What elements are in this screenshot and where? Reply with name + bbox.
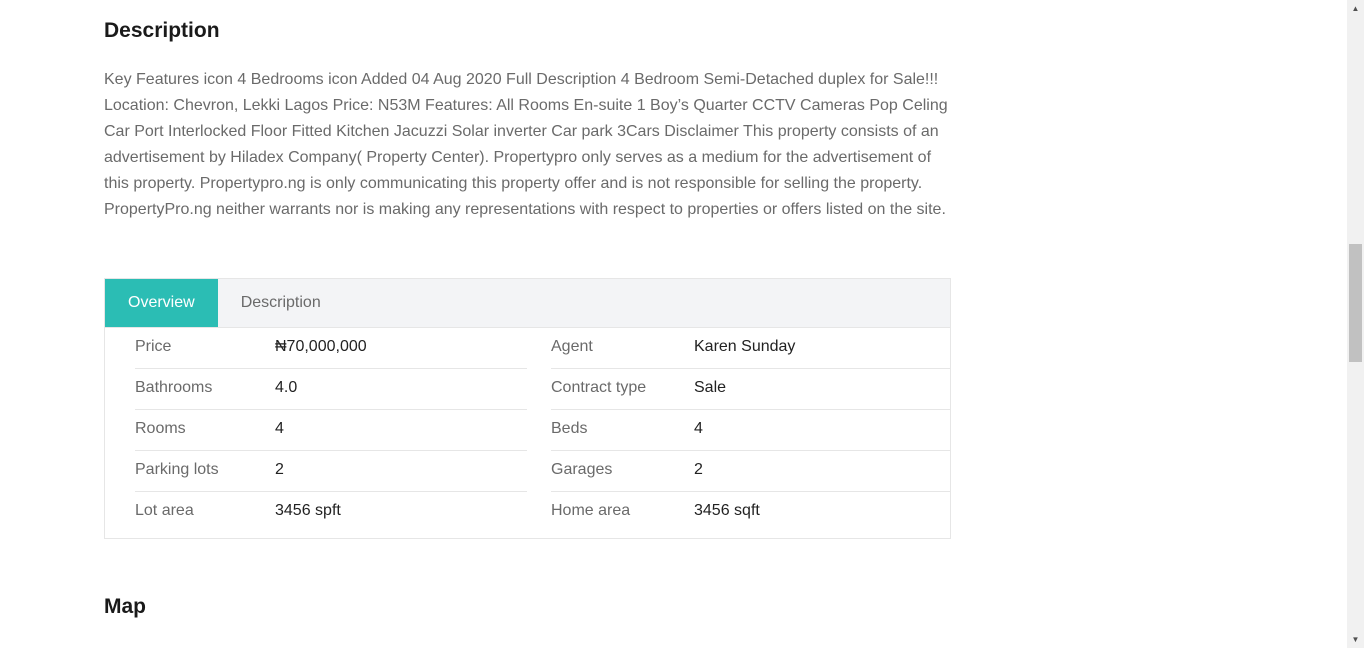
detail-row-beds: Beds 4: [551, 410, 950, 451]
detail-value: Sale: [694, 379, 727, 396]
detail-label: Price: [135, 338, 172, 355]
description-text: Key Features icon 4 Bedrooms icon Added …: [104, 71, 948, 218]
tab-bar: Overview Description: [105, 279, 950, 328]
detail-label: Rooms: [135, 420, 186, 437]
overview-grid: Price ₦70,000,000 Bathrooms 4.0 Rooms 4 …: [105, 328, 950, 532]
page: Description Key Features icon 4 Bedrooms…: [0, 0, 1364, 648]
detail-value: 4: [275, 420, 284, 437]
detail-value: 4.0: [275, 379, 298, 396]
scrollbar-thumb[interactable]: [1349, 244, 1362, 362]
detail-value: 2: [694, 461, 703, 478]
detail-label: Home area: [551, 502, 631, 519]
tab-description[interactable]: Description: [218, 279, 344, 327]
description-heading: Description: [104, 19, 220, 42]
detail-row-home-area: Home area 3456 sqft: [551, 492, 950, 532]
triangle-up-icon[interactable]: ▲: [1347, 0, 1364, 17]
detail-value: 3456 spft: [275, 502, 341, 519]
detail-row-lot-area: Lot area 3456 spft: [135, 492, 527, 532]
detail-value: 2: [275, 461, 284, 478]
detail-value: 4: [694, 420, 703, 437]
detail-row-contract-type: Contract type Sale: [551, 369, 950, 410]
detail-label: Bathrooms: [135, 379, 213, 396]
detail-row-price: Price ₦70,000,000: [135, 328, 527, 369]
map-heading: Map: [104, 595, 146, 618]
detail-label: Lot area: [135, 502, 194, 519]
detail-label: Parking lots: [135, 461, 219, 478]
detail-row-bathrooms: Bathrooms 4.0: [135, 369, 527, 410]
overview-left-column: Price ₦70,000,000 Bathrooms 4.0 Rooms 4 …: [135, 328, 527, 532]
vertical-scrollbar[interactable]: ▲ ▼: [1347, 0, 1364, 648]
detail-label: Beds: [551, 420, 588, 437]
overview-right-column: Agent Karen Sunday Contract type Sale Be…: [551, 328, 950, 532]
detail-row-garages: Garages 2: [551, 451, 950, 492]
detail-row-agent: Agent Karen Sunday: [551, 328, 950, 369]
detail-value: 3456 sqft: [694, 502, 760, 519]
triangle-down-icon[interactable]: ▼: [1347, 631, 1364, 648]
property-details-panel: Overview Description Price ₦70,000,000 B…: [104, 278, 951, 539]
detail-value: ₦70,000,000: [275, 338, 367, 355]
tab-overview[interactable]: Overview: [105, 279, 218, 327]
detail-label: Garages: [551, 461, 613, 478]
detail-row-parking-lots: Parking lots 2: [135, 451, 527, 492]
detail-label: Contract type: [551, 379, 647, 396]
detail-value: Karen Sunday: [694, 338, 796, 355]
detail-label: Agent: [551, 338, 593, 355]
detail-row-rooms: Rooms 4: [135, 410, 527, 451]
